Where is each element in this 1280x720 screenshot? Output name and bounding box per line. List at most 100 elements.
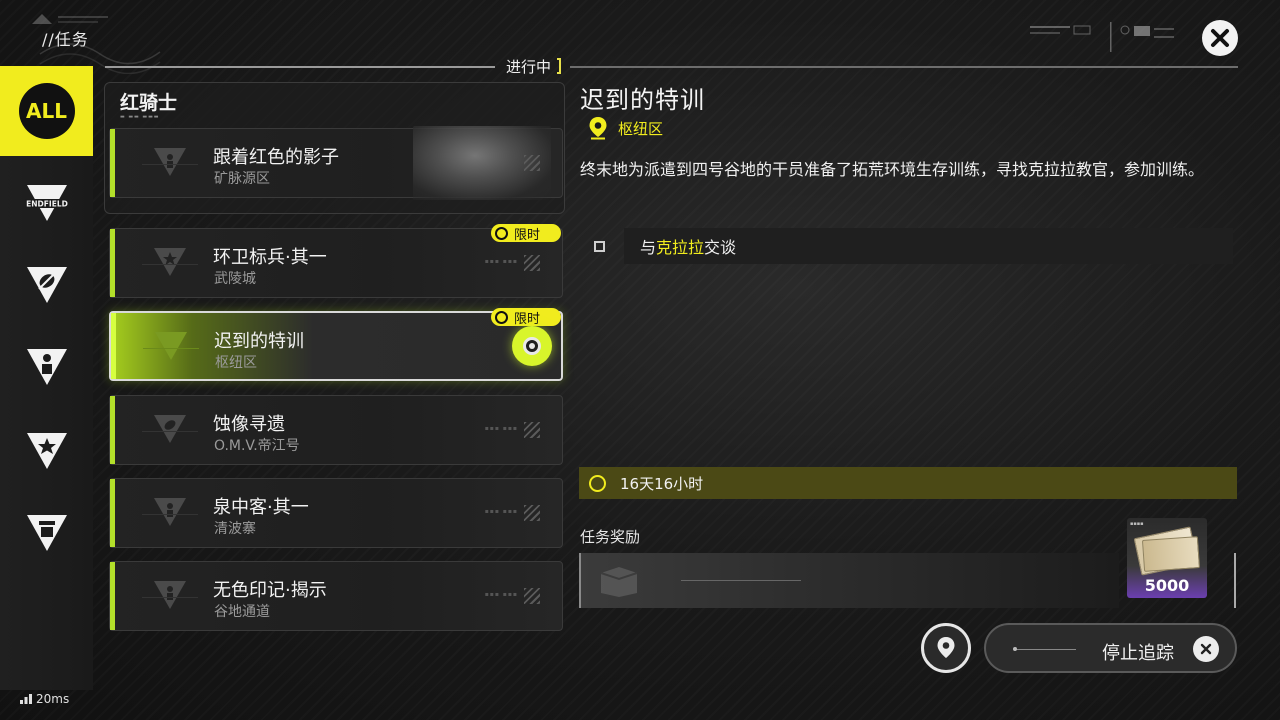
stop-tracking-button[interactable]: 停止追踪 — [984, 623, 1237, 673]
quest-name: 蚀像寻遗 — [213, 414, 285, 435]
reward-item-currency[interactable]: ▪▪▪▪ 5000 — [1127, 518, 1207, 598]
header-divider-right — [570, 66, 1238, 68]
quest-location: 枢纽区 — [215, 355, 257, 371]
bucket-triangle-icon — [26, 515, 67, 551]
clock-icon — [495, 226, 508, 240]
limited-time-label: 限时 — [514, 227, 541, 243]
hud-decoration — [1030, 22, 1174, 52]
quest-type-person-icon — [142, 581, 198, 609]
quest-type-star-icon — [142, 248, 198, 276]
stop-tracking-label: 停止追踪 — [1102, 643, 1174, 664]
close-icon — [1211, 29, 1229, 47]
objective-npc-name: 克拉拉 — [656, 238, 705, 257]
endfield-icon-text: ENDFIELD — [26, 200, 68, 209]
quest-code-decoration: ▪▪▪ ▪▪▪ — [484, 258, 518, 265]
quest-item-accent-bar — [111, 313, 116, 379]
limited-time-badge: 限时 — [491, 224, 561, 243]
header-divider — [105, 66, 495, 68]
stripe-decoration — [524, 155, 540, 171]
stripe-decoration — [524, 255, 540, 271]
page-title: //任务 — [42, 30, 89, 49]
reward-scroll-indicator — [1234, 553, 1236, 608]
status-bracket-icon — [557, 58, 562, 74]
objective-checkbox-icon — [594, 241, 605, 252]
endfield-icon: ENDFIELD — [24, 185, 69, 221]
map-location-button[interactable] — [921, 623, 971, 673]
quest-location: 清波寨 — [214, 521, 256, 537]
timer-clock-icon — [589, 474, 606, 492]
location-pin-icon — [589, 117, 607, 140]
reward-strip — [579, 553, 1119, 608]
target-icon — [523, 337, 541, 355]
quest-item-accent-bar — [110, 129, 115, 197]
limited-time-badge: 限时 — [491, 308, 561, 327]
close-icon — [1193, 636, 1219, 662]
limited-time-label: 限时 — [514, 311, 541, 327]
sidebar-item-5[interactable] — [0, 488, 93, 578]
leaf-triangle-icon — [26, 267, 67, 303]
category-sidebar: ALL ENDFIELD — [0, 66, 93, 690]
quest-code-decoration: ▪▪▪ ▪▪▪ — [484, 591, 518, 598]
quest-group-title: 红骑士 — [120, 92, 178, 114]
quest-item-accent-bar — [110, 229, 115, 297]
quest-type-triangle-icon — [143, 332, 199, 360]
quest-location: 武陵城 — [214, 271, 256, 287]
quest-location: 矿脉源区 — [214, 171, 270, 187]
quest-detail-title: 迟到的特训 — [580, 86, 705, 114]
stripe-decoration — [524, 588, 540, 604]
quest-name: 迟到的特训 — [214, 331, 304, 352]
quest-type-triangle-icon — [142, 148, 198, 176]
tracking-target-button[interactable] — [512, 326, 552, 366]
person-triangle-icon — [26, 349, 67, 385]
objective-suffix: 交谈 — [704, 238, 737, 257]
quest-name: 跟着红色的影子 — [213, 147, 339, 168]
timer-remaining: 16天16小时 — [620, 474, 704, 493]
quest-detail-location: 枢纽区 — [588, 116, 663, 140]
network-latency: 20ms — [20, 692, 69, 706]
status-tag-label: 进行中 — [506, 58, 552, 76]
quest-timer-bar: 16天16小时 — [579, 467, 1237, 499]
star-triangle-icon — [26, 433, 67, 469]
quest-name: 环卫标兵·其一 — [213, 247, 327, 268]
clock-icon — [495, 310, 508, 324]
quest-code-decoration: ▪▪▪ ▪▪▪ — [484, 508, 518, 515]
sidebar-item-all[interactable]: ALL — [0, 66, 93, 156]
quest-type-person-icon — [142, 498, 198, 526]
quest-item-3[interactable]: 泉中客·其一 清波寨 ▪▪▪ ▪▪▪ — [109, 478, 563, 548]
sidebar-item-3[interactable] — [0, 322, 93, 412]
quest-name: 无色印记·揭示 — [213, 580, 327, 601]
latency-value: 20ms — [36, 692, 70, 706]
all-icon: ALL — [18, 83, 75, 139]
map-pin-icon — [937, 637, 955, 658]
quest-item-group-0[interactable]: 跟着红色的影子 矿脉源区 — [109, 126, 563, 200]
reward-item-tag-decoration: ▪▪▪▪ — [1130, 521, 1144, 527]
sidebar-item-4[interactable] — [0, 406, 93, 496]
sidebar-item-endfield[interactable]: ENDFIELD — [0, 158, 93, 248]
x-icon — [1200, 643, 1212, 655]
target-dot — [529, 343, 535, 349]
quest-item-4[interactable]: 无色印记·揭示 谷地通道 ▪▪▪ ▪▪▪ — [109, 561, 563, 631]
quest-location: 谷地通道 — [214, 604, 270, 620]
quest-name: 泉中客·其一 — [213, 497, 309, 518]
status-tag: 进行中 — [500, 56, 562, 78]
quest-item-accent-bar — [110, 562, 115, 630]
quest-type-leaf-icon — [142, 415, 198, 443]
reward-arrow-decoration — [681, 580, 801, 581]
sidebar-item-2[interactable] — [0, 240, 93, 330]
stripe-decoration — [524, 505, 540, 521]
reward-box-icon — [600, 567, 638, 597]
sidebar-item-all-label: ALL — [26, 99, 67, 123]
objective-prefix: 与 — [640, 238, 657, 257]
close-button[interactable] — [1202, 20, 1238, 56]
quest-code-decoration: ▪▪▪ ▪▪▪ — [484, 425, 518, 432]
quest-group-subtitle-decoration: ▬ ▬▬ ▬▬▬ — [120, 114, 160, 120]
quest-item-accent-bar — [110, 396, 115, 464]
quest-description: 终末地为派遣到四号谷地的干员准备了拓荒环境生存训练，寻找克拉拉教官，参加训练。 — [580, 160, 1205, 179]
stop-tracking-line-decoration — [1013, 647, 1076, 651]
stripe-decoration — [524, 422, 540, 438]
quest-detail-location-label: 枢纽区 — [618, 119, 664, 138]
reward-section-label: 任务奖励 — [580, 528, 641, 546]
quest-item-2[interactable]: 蚀像寻遗 O.M.V.帝江号 ▪▪▪ ▪▪▪ — [109, 395, 563, 465]
signal-icon — [20, 694, 32, 704]
reward-item-count: 5000 — [1144, 576, 1190, 595]
